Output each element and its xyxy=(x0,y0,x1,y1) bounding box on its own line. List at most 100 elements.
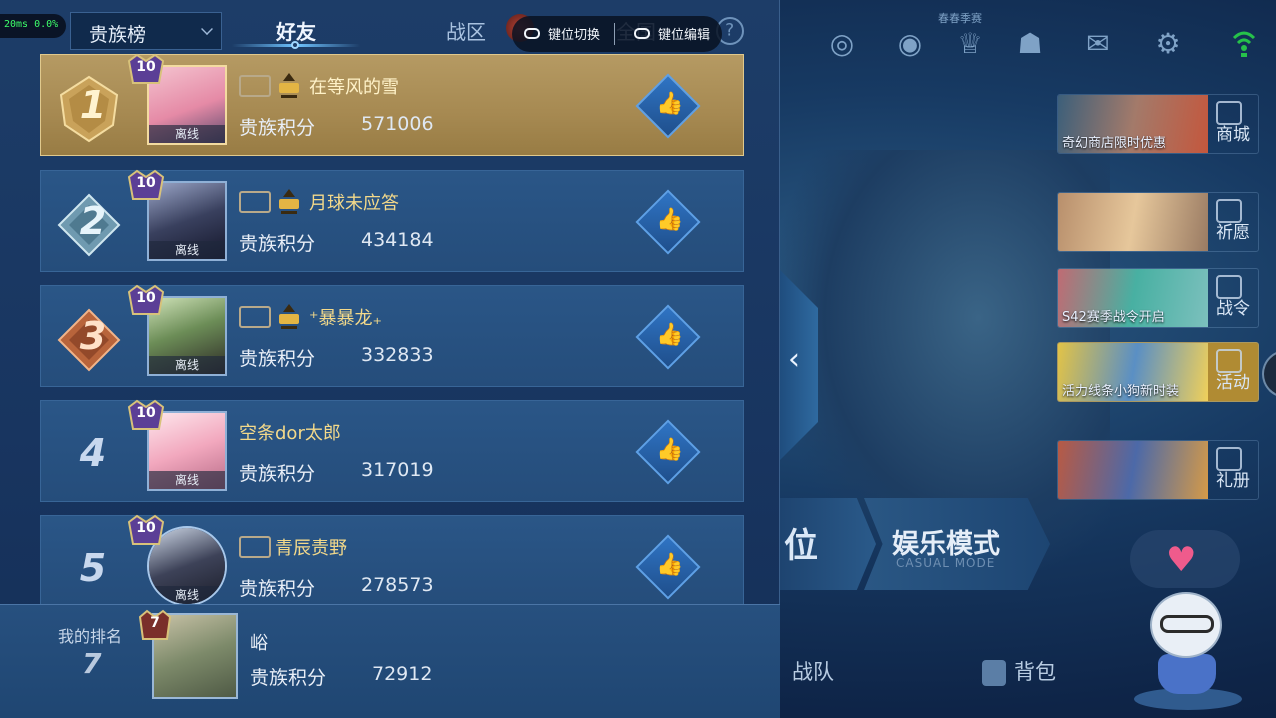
score-value: 317019 xyxy=(361,459,434,481)
like-button[interactable]: 👍 xyxy=(635,304,701,370)
side-card-label: 战令 xyxy=(1216,299,1250,319)
side-card-label: 礼册 xyxy=(1216,471,1250,491)
noble-level-badge xyxy=(127,399,165,430)
side-card-label: 活动 xyxy=(1216,373,1250,393)
side-card-caption: S42赛季战令开启 xyxy=(1062,310,1165,325)
select-value: 贵族榜 xyxy=(89,24,147,46)
like-button[interactable]: 👍 xyxy=(635,189,701,255)
lobby-top-icons: ◎ ◉ ♕ ☗ ✉ ⚙ xyxy=(780,20,1276,70)
offline-tag: 离线 xyxy=(149,125,225,143)
player-name: 月球未应答 xyxy=(309,193,399,214)
casual-mode-button[interactable]: 娱乐模式 CASUAL MODE xyxy=(864,498,1050,590)
player-name: ⁺暴暴龙₊ xyxy=(309,308,383,329)
leaderboard-type-select[interactable]: 贵族榜 xyxy=(70,12,222,50)
tab-region[interactable]: 战区 xyxy=(446,16,486,45)
leaderboard-panel: 贵族榜 好友 战区 全国 ? 键位切换 键位编辑 20ms 0.0% xyxy=(0,0,780,718)
card-icon xyxy=(239,75,271,97)
active-tab-dot xyxy=(291,41,299,49)
gamepad-icon xyxy=(524,28,540,39)
key-switch-button[interactable]: 键位切换 xyxy=(548,24,600,44)
card-icon xyxy=(239,306,271,328)
thumbs-up-icon: 👍 xyxy=(656,437,684,463)
score-label: 贵族积分 xyxy=(239,117,316,139)
side-card-shop[interactable]: 商城 奇幻商店限时优惠 xyxy=(1057,94,1259,154)
chevron-down-icon xyxy=(201,23,213,35)
latency-indicator: 20ms 0.0% xyxy=(0,14,66,38)
game-screen: ◎ ◉ ♕ ☗ ✉ ⚙ 春春季赛 商城 奇幻商店限时优惠 祈愿 战令 S42赛季… xyxy=(0,0,1276,718)
casual-mode-subtitle: CASUAL MODE xyxy=(896,556,996,570)
noble-level-badge xyxy=(127,514,165,545)
side-card-label: 祈愿 xyxy=(1216,223,1250,243)
score-value: 332833 xyxy=(361,344,434,366)
edge-expand-button[interactable] xyxy=(1262,350,1276,398)
team-button[interactable]: 战队 xyxy=(792,656,834,686)
rank-number: 5 xyxy=(79,546,107,590)
mascot-glasses xyxy=(1160,615,1214,633)
settings-gear-icon[interactable]: ⚙ xyxy=(1150,26,1186,62)
mascot-body xyxy=(1158,654,1216,694)
noble-level-badge xyxy=(127,53,165,84)
noble-level-badge xyxy=(127,169,165,200)
rank-number: 2 xyxy=(79,199,107,243)
card-icon xyxy=(239,536,271,558)
like-button[interactable]: 👍 xyxy=(635,73,701,139)
card-icon xyxy=(239,191,271,213)
offline-tag: 离线 xyxy=(149,586,225,604)
ranked-mode-button[interactable]: 位 xyxy=(780,498,876,590)
noble-level-badge xyxy=(127,284,165,315)
ranking-row[interactable]: 4 离线 10 空条dor太郎 贵族积分 317019 👍 xyxy=(40,399,744,502)
player-name: 在等风的雪 xyxy=(309,77,399,98)
season-tag: 春春季赛 xyxy=(938,12,982,25)
ranked-mode-label: 位 xyxy=(784,526,818,566)
my-score-value: 72912 xyxy=(372,663,433,685)
rank-number: 3 xyxy=(79,314,107,358)
my-noble-level-badge xyxy=(138,609,172,640)
side-card-gift-book[interactable]: 礼册 xyxy=(1057,440,1259,500)
wifi-signal-icon xyxy=(1232,31,1256,57)
side-card-caption: 活力线条小狗新时装 xyxy=(1062,384,1180,399)
score-label: 贵族积分 xyxy=(239,463,316,485)
thumbs-up-icon: 👍 xyxy=(656,91,684,117)
rank-number: 4 xyxy=(79,431,107,475)
ranking-row[interactable]: 3 离线 10 ⁺暴暴龙₊ 贵族积分 332833 👍 xyxy=(40,284,744,387)
eye-icon[interactable]: ◉ xyxy=(892,26,928,62)
like-button[interactable]: 👍 xyxy=(635,419,701,485)
score-value: 278573 xyxy=(361,574,434,596)
side-card-wish[interactable]: 祈愿 xyxy=(1057,192,1259,252)
my-score-label: 贵族积分 xyxy=(250,667,327,689)
key-mapping-toolbar: 键位切换 键位编辑 xyxy=(512,16,722,52)
player-name: 青辰责野 xyxy=(275,538,347,559)
ranking-row[interactable]: 1 离线 10 在等风的雪 贵族积分 571006 👍 xyxy=(40,53,744,156)
gift-book-art xyxy=(1058,441,1208,499)
target-icon[interactable]: ◎ xyxy=(824,26,860,62)
like-button[interactable]: 👍 xyxy=(635,534,701,600)
trophy-icon[interactable]: ♕ xyxy=(952,26,988,62)
player-name: 空条dor太郎 xyxy=(239,423,341,444)
offline-tag: 离线 xyxy=(149,471,225,489)
my-rank-number: 7 xyxy=(82,647,102,680)
mode-selector: 位 娱乐模式 CASUAL MODE xyxy=(780,498,1050,590)
latency-text: 20ms 0.0% xyxy=(4,19,59,30)
score-label: 贵族积分 xyxy=(239,348,316,370)
mail-icon[interactable]: ✉ xyxy=(1080,26,1116,62)
ranking-row[interactable]: 2 离线 10 月球未应答 贵族积分 434184 👍 xyxy=(40,169,744,272)
rank-number: 1 xyxy=(79,83,107,127)
bag-icon xyxy=(982,660,1006,686)
thumbs-up-icon: 👍 xyxy=(656,552,684,578)
svip-icon xyxy=(279,73,299,98)
svip-icon xyxy=(279,189,299,214)
gamepad-icon xyxy=(634,28,650,39)
score-value: 571006 xyxy=(361,113,434,135)
offline-tag: 离线 xyxy=(149,241,225,259)
score-label: 贵族积分 xyxy=(239,233,316,255)
ranking-row[interactable]: 5 离线 10 青辰责野 贵族积分 278573 👍 xyxy=(40,514,744,606)
score-value: 434184 xyxy=(361,229,434,251)
my-ranking-row: 我的排名 7 7 峪 贵族积分 72912 xyxy=(0,604,780,718)
side-card-event[interactable]: 活动 活力线条小狗新时装 xyxy=(1057,342,1259,402)
offline-tag: 离线 xyxy=(149,356,225,374)
side-card-battle-pass[interactable]: 战令 S42赛季战令开启 xyxy=(1057,268,1259,328)
key-edit-button[interactable]: 键位编辑 xyxy=(658,24,710,44)
bag-button[interactable]: 背包 xyxy=(1014,656,1056,686)
side-card-label: 商城 xyxy=(1216,125,1250,145)
friends-icon[interactable]: ☗ xyxy=(1012,26,1048,62)
